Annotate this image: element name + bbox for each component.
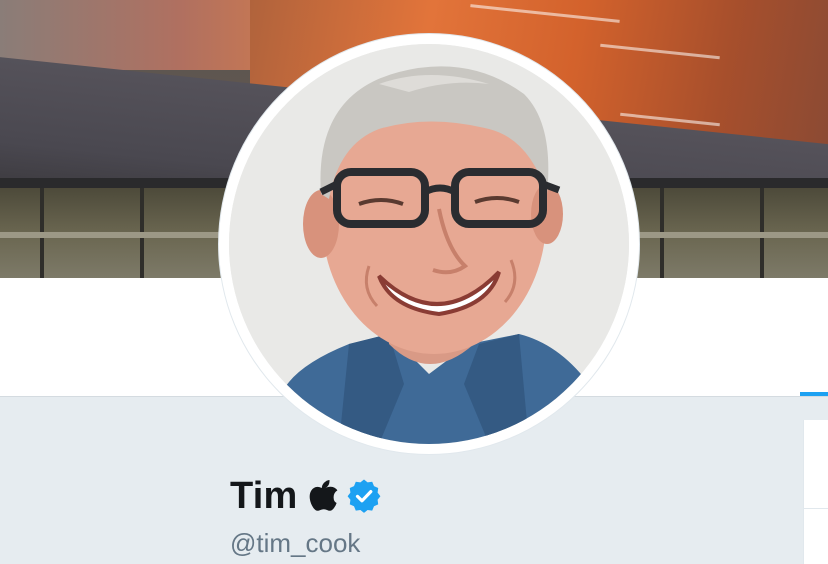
- verified-badge-icon: [347, 479, 381, 513]
- profile-avatar[interactable]: [219, 34, 639, 454]
- profile-page: Tim @tim_cook: [0, 0, 828, 564]
- side-card: [803, 420, 828, 564]
- avatar-portrait: [229, 44, 629, 444]
- avatar-photo: [229, 44, 629, 444]
- side-card-divider: [804, 508, 828, 509]
- profile-name[interactable]: Tim: [230, 475, 297, 518]
- profile-handle[interactable]: @tim_cook: [230, 528, 360, 559]
- apple-logo-icon: [309, 478, 339, 514]
- profile-name-row: Tim: [230, 472, 381, 520]
